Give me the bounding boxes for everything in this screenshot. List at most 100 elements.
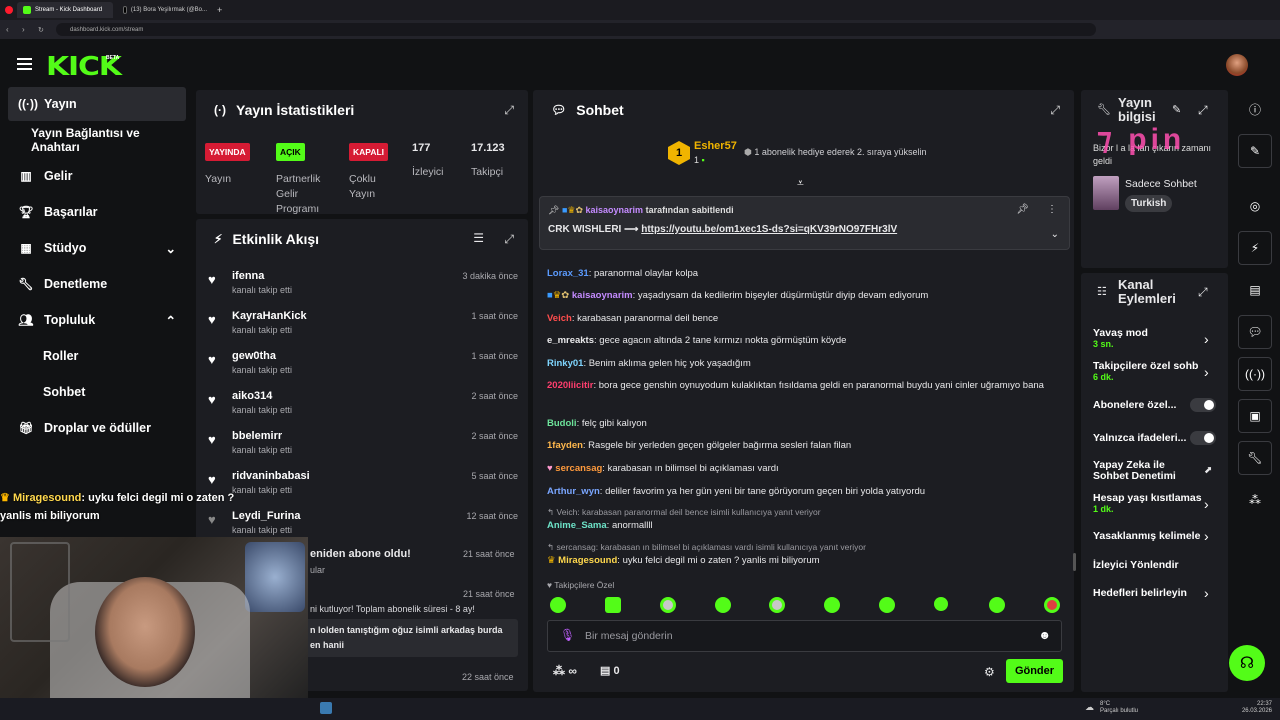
chat-message: Arthur_wyn: deliler favorim ya her gün y… bbox=[547, 486, 926, 497]
crown-icon: ♛ bbox=[0, 492, 10, 504]
emoji-icon[interactable]: ☻ bbox=[1038, 628, 1051, 642]
share-icon[interactable]: ⁂ bbox=[1238, 483, 1272, 517]
expand-icon[interactable]: ⤢ bbox=[1198, 285, 1208, 300]
info-icon[interactable]: ⓘ bbox=[1238, 92, 1272, 126]
more-icon[interactable]: ⋮ bbox=[1047, 204, 1057, 215]
store-count[interactable]: ▤ 0 bbox=[600, 664, 620, 677]
action-host[interactable]: İzleyici Yönlendir bbox=[1093, 559, 1223, 571]
expand-icon[interactable]: ⤢ bbox=[504, 232, 514, 247]
broadcast-icon: (·) bbox=[214, 103, 226, 117]
emote-icon[interactable] bbox=[1044, 597, 1060, 613]
list-item: ♥ ifenna kanalı takip etti 3 dakika önce bbox=[208, 270, 518, 295]
chat-input[interactable]: 🎙︎ Bir mesaj gönderin ☻ bbox=[547, 620, 1062, 652]
emote-icon[interactable] bbox=[550, 597, 566, 613]
tab-title: (13) Bora Yeşilırmak (@Bo... bbox=[130, 7, 207, 13]
collapse-icon[interactable]: ⩡ bbox=[797, 176, 804, 191]
new-tab-icon[interactable]: + bbox=[217, 5, 222, 15]
chevron-down-icon[interactable]: ⌄ bbox=[1051, 229, 1059, 240]
sidebar-item-gelir[interactable]: ▥ Gelir bbox=[8, 159, 186, 193]
weather-icon: ☁ bbox=[1085, 702, 1094, 712]
external-link-icon[interactable]: ⬈ bbox=[1204, 465, 1212, 476]
studio-icon: ▦ bbox=[20, 241, 32, 255]
layout-icon[interactable]: ▣ bbox=[1238, 399, 1272, 433]
lightning-icon[interactable]: ⚡︎ bbox=[1238, 231, 1272, 265]
unpin-icon[interactable]: 📌︎ bbox=[1016, 204, 1029, 215]
sidebar-item-yayin[interactable]: ((·)) Yayın bbox=[8, 87, 186, 121]
points-icon: ⁂ bbox=[553, 664, 565, 678]
stats-header: (·) Yayın İstatistikleri bbox=[214, 102, 355, 118]
filter-icon[interactable]: ☰ bbox=[473, 231, 484, 245]
community-points[interactable]: ⁂ ∞ bbox=[553, 664, 577, 678]
category-thumbnail[interactable] bbox=[1093, 176, 1119, 210]
chevron-right-icon[interactable]: › bbox=[1204, 585, 1209, 601]
emote-icon[interactable] bbox=[824, 597, 840, 613]
broadcast-icon: ((·)) bbox=[18, 97, 38, 111]
broadcast-icon[interactable]: ((·)) bbox=[1238, 357, 1272, 391]
heart-icon: ♥ bbox=[208, 352, 216, 367]
emote-icon[interactable] bbox=[605, 597, 621, 613]
expand-icon[interactable]: ⤢ bbox=[504, 103, 514, 118]
tag-badge[interactable]: Turkish bbox=[1125, 195, 1173, 212]
kick-favicon-icon bbox=[23, 6, 31, 14]
emote-icon[interactable] bbox=[769, 597, 785, 613]
action-account-age[interactable]: Hesap yaşı kısıtlamas 1 dk. bbox=[1093, 492, 1203, 514]
sidebar-item-roller[interactable]: Roller bbox=[8, 339, 186, 373]
browser-tab-kick[interactable]: Stream - Kick Dashboard bbox=[17, 2, 113, 18]
tab-title: Stream - Kick Dashboard bbox=[35, 7, 103, 13]
chat-bubble-icon[interactable]: 💬︎ bbox=[1238, 315, 1272, 349]
chat-scrollbar[interactable] bbox=[1073, 553, 1076, 571]
document-icon[interactable]: ▤ bbox=[1238, 273, 1272, 307]
back-icon[interactable]: ‹ bbox=[6, 25, 9, 34]
action-followers-only[interactable]: Takipçilere özel sohb 6 dk. bbox=[1093, 360, 1203, 382]
chat-bubble-icon: 💬︎ bbox=[551, 103, 567, 117]
edit-icon[interactable]: ✎ bbox=[1172, 103, 1181, 116]
chevron-right-icon[interactable]: › bbox=[1204, 496, 1209, 512]
stat-live: YAYINDA Yayın bbox=[205, 142, 250, 187]
sidebar-item-studyo[interactable]: ▦ Stüdyo ⌄ bbox=[8, 231, 186, 265]
sidebar-item-stream-key[interactable]: Yayın Bağlantısı ve Anahtarı bbox=[8, 123, 186, 157]
menu-icon[interactable] bbox=[17, 58, 32, 70]
channel-actions-title: Kanal Eylemleri bbox=[1118, 277, 1176, 306]
action-banned-words[interactable]: Yasaklanmış kelimele bbox=[1093, 530, 1203, 542]
sidebar-item-denetleme[interactable]: 🔧︎ Denetleme bbox=[8, 267, 186, 301]
emote-icon[interactable] bbox=[879, 597, 895, 613]
support-icon[interactable]: ☊ bbox=[1229, 645, 1265, 681]
wall-art-image bbox=[10, 542, 70, 642]
sidebar-item-basarilar[interactable]: 🏆︎ Başarılar bbox=[8, 195, 186, 229]
emote-icon[interactable] bbox=[715, 597, 731, 613]
avatar[interactable] bbox=[1226, 54, 1248, 76]
chat-message: Lorax_31: paranormal olaylar kolpa bbox=[547, 268, 699, 279]
clock[interactable]: 22:37 26.03.2026 bbox=[1240, 701, 1272, 715]
emote-icon[interactable] bbox=[660, 597, 676, 613]
emote-icon[interactable] bbox=[934, 597, 948, 611]
sidebar-item-droplar[interactable]: 🎁︎ Droplar ve ödüller bbox=[8, 411, 186, 445]
microphone-icon[interactable]: 🎙︎ bbox=[560, 628, 575, 642]
forward-icon[interactable]: › bbox=[22, 25, 25, 34]
emote-icon[interactable] bbox=[989, 597, 1005, 613]
camera-icon[interactable]: ◎ bbox=[1238, 189, 1272, 223]
subs-only-toggle[interactable] bbox=[1190, 398, 1216, 412]
send-button[interactable]: Gönder bbox=[1006, 659, 1063, 683]
chevron-right-icon[interactable]: › bbox=[1204, 364, 1209, 380]
app-icon[interactable] bbox=[320, 702, 332, 714]
chevron-right-icon[interactable]: › bbox=[1204, 331, 1209, 347]
reload-icon[interactable]: ↻ bbox=[38, 26, 44, 34]
url-field[interactable]: dashboard.kick.com/stream bbox=[56, 23, 1096, 36]
wrench-icon[interactable]: 🔧︎ bbox=[1238, 441, 1272, 475]
sidebar-item-topluluk[interactable]: 👥︎ Topluluk ⌃ bbox=[8, 303, 186, 337]
pinned-link[interactable]: https://youtu.be/om1xec1S-ds?si=qKV39rNO… bbox=[641, 224, 897, 235]
sidebar-item-sohbet[interactable]: Sohbet bbox=[8, 375, 186, 409]
opera-icon[interactable] bbox=[5, 6, 13, 14]
browser-tab-x[interactable]: (13) Bora Yeşilırmak (@Bo... bbox=[117, 2, 213, 18]
feed-partial-time: 21 saat önce bbox=[463, 589, 515, 599]
emotes-only-toggle[interactable] bbox=[1190, 431, 1216, 445]
action-ai-moderation[interactable]: Yapay Zeka ile Sohbet Denetimi bbox=[1093, 460, 1193, 482]
chevron-right-icon[interactable]: › bbox=[1204, 528, 1209, 544]
category-name[interactable]: Sadece Sohbet bbox=[1125, 178, 1197, 190]
top-gifter-name[interactable]: Esher57 bbox=[694, 140, 737, 152]
expand-icon[interactable]: ⤢ bbox=[1050, 103, 1060, 118]
expand-icon[interactable]: ⤢ bbox=[1198, 103, 1208, 118]
edit-icon[interactable]: ✎ bbox=[1238, 134, 1272, 168]
settings-icon[interactable]: ⚙ bbox=[984, 665, 995, 679]
weather-widget[interactable]: 8°C Parçalı bulutlu bbox=[1100, 701, 1138, 715]
